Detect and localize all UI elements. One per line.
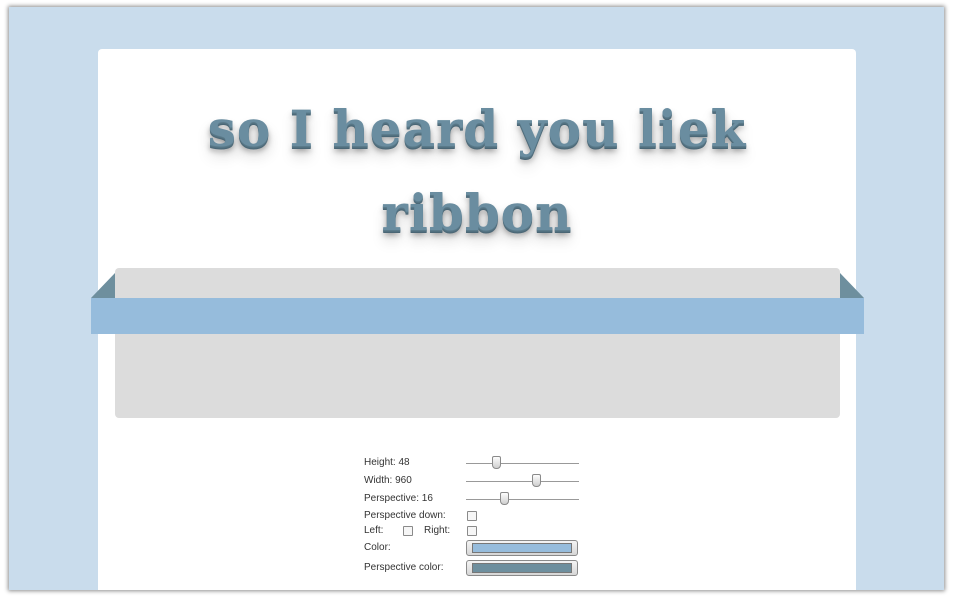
color-label: Color: bbox=[364, 542, 391, 553]
title-line-2: ribbon bbox=[381, 183, 573, 242]
right-label: Right: bbox=[424, 525, 451, 536]
width-slider[interactable] bbox=[466, 473, 579, 489]
perspective-label: Perspective: 16 bbox=[364, 493, 433, 504]
perspective-down-label: Perspective down: bbox=[364, 510, 446, 521]
perspective-down-checkbox[interactable] bbox=[467, 511, 477, 521]
perspective-slider[interactable] bbox=[466, 491, 579, 507]
sides-row: Left: Right: bbox=[364, 523, 604, 539]
right-checkbox[interactable] bbox=[467, 526, 477, 536]
title-line-1: so I heard you liek bbox=[207, 99, 747, 158]
width-label: Width: 960 bbox=[364, 475, 412, 486]
height-slider-track bbox=[466, 463, 579, 464]
perspective-color-label: Perspective color: bbox=[364, 562, 444, 573]
height-slider[interactable] bbox=[466, 455, 579, 471]
height-label: Height: 48 bbox=[364, 457, 410, 468]
color-row: Color: bbox=[364, 540, 604, 556]
color-swatch bbox=[472, 543, 572, 553]
left-label: Left: bbox=[364, 525, 384, 536]
perspective-slider-thumb[interactable] bbox=[500, 492, 509, 505]
page-title: so I heard you liek ribbon bbox=[98, 87, 856, 255]
width-slider-track bbox=[466, 481, 579, 482]
ribbon-fold-right bbox=[840, 273, 864, 298]
height-slider-thumb[interactable] bbox=[492, 456, 501, 469]
perspective-color-picker[interactable] bbox=[466, 560, 578, 576]
perspective-down-row: Perspective down: bbox=[364, 508, 604, 524]
left-checkbox[interactable] bbox=[403, 526, 413, 536]
color-picker[interactable] bbox=[466, 540, 578, 556]
perspective-color-swatch bbox=[472, 563, 572, 573]
perspective-slider-track bbox=[466, 499, 579, 500]
width-slider-thumb[interactable] bbox=[532, 474, 541, 487]
ribbon-band bbox=[91, 298, 864, 334]
ribbon-fold-left bbox=[91, 273, 115, 298]
ribbon-preview-box bbox=[115, 268, 840, 418]
perspective-color-row: Perspective color: bbox=[364, 560, 604, 576]
browser-viewport: so I heard you liek ribbon Height: 48 Wi… bbox=[9, 7, 944, 590]
